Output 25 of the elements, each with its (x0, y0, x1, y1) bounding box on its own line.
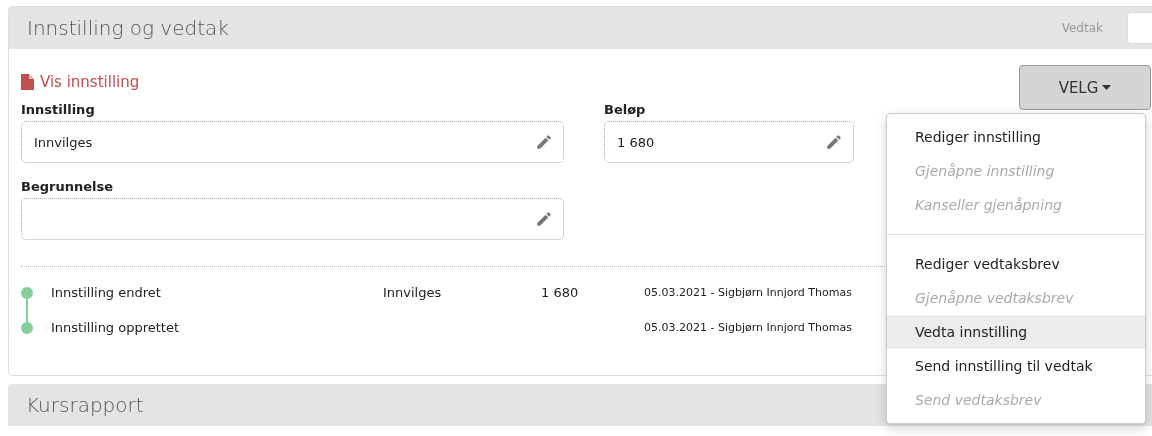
caret-icon (1102, 85, 1112, 90)
menu-item[interactable]: Rediger innstilling (887, 120, 1145, 154)
panel-title: Kursrapport (26, 393, 144, 417)
pencil-icon[interactable] (825, 133, 843, 151)
timeline-connector-icon (21, 298, 33, 334)
header-label: Vedtak (1061, 21, 1103, 35)
show-recommendation-link[interactable]: Vis innstilling (21, 73, 140, 91)
menu-item[interactable]: Send innstilling til vedtak (887, 349, 1145, 383)
panel-title: Innstilling og vedtak (27, 16, 229, 40)
history-event: Innstilling opprettet (51, 320, 181, 335)
pencil-icon[interactable] (535, 133, 553, 151)
document-icon (21, 74, 34, 90)
menu-item[interactable]: Vedta innstilling (887, 315, 1145, 349)
field-label: Innstilling (21, 102, 96, 117)
field-label: Beløp (604, 102, 647, 117)
pencil-icon[interactable] (535, 210, 553, 228)
timeline-dot-icon (21, 286, 33, 299)
history-event: Innstilling endret (51, 285, 162, 300)
select-dropdown-button[interactable]: VELG (1019, 65, 1151, 110)
history-amount: 1 680 (541, 285, 580, 300)
history-meta: 05.03.2021 - Sigbjørn Innjord Thomas (644, 286, 853, 299)
history-decision: Innvilges (383, 285, 443, 300)
menu-item[interactable]: Rediger vedtaksbrev (887, 247, 1145, 281)
field-label: Begrunnelse (21, 179, 115, 194)
history-meta: 05.03.2021 - Sigbjørn Innjord Thomas (644, 321, 853, 334)
